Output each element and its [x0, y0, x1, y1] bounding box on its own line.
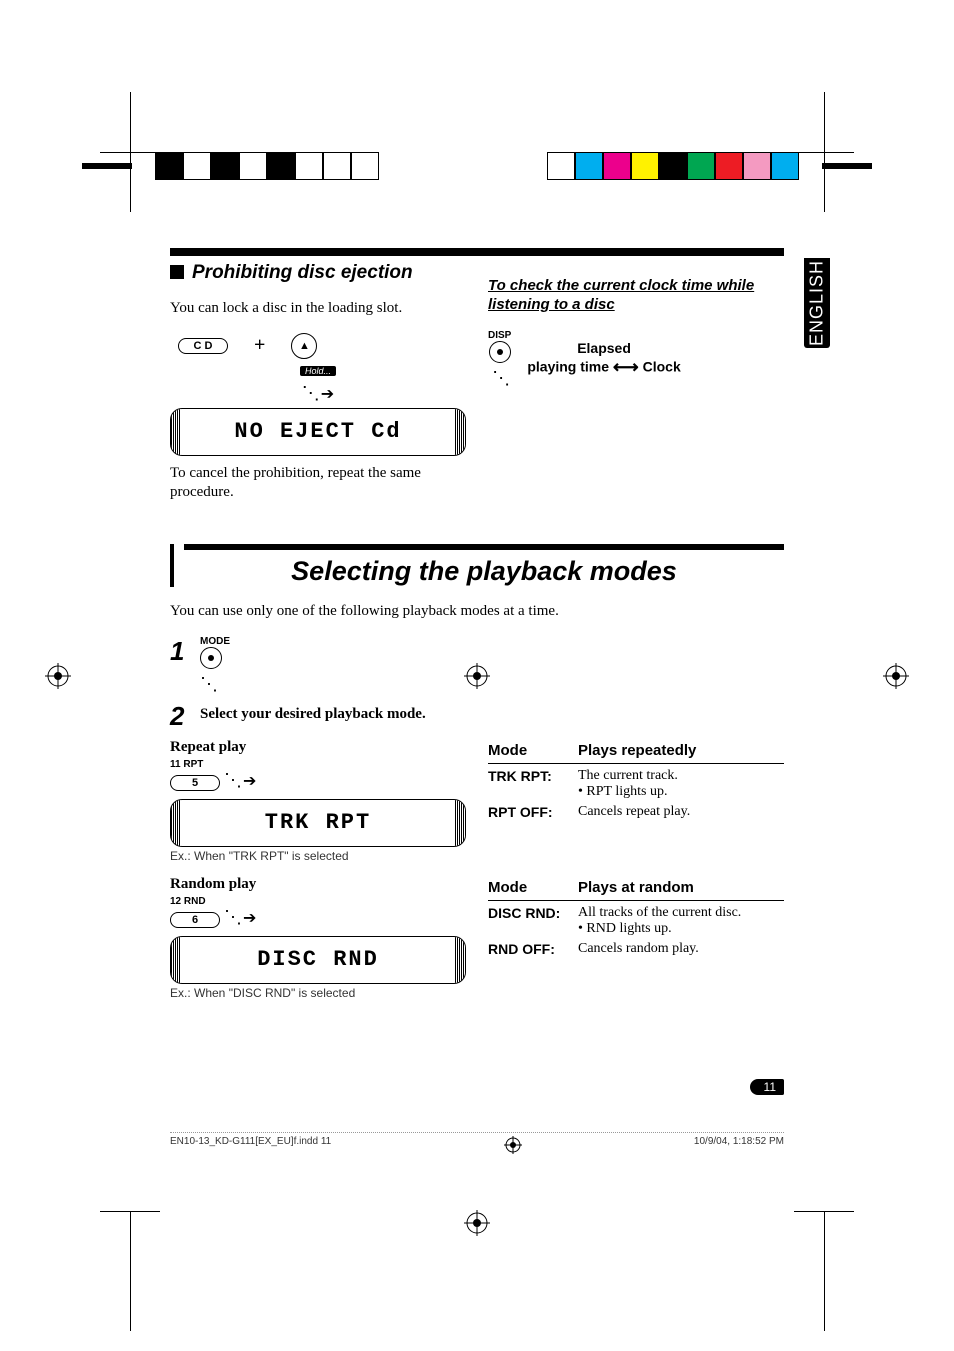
disp-button: [489, 341, 511, 363]
playback-modes-title: Selecting the playback modes: [184, 556, 784, 587]
press-indicator-icon: ⋱: [200, 674, 215, 694]
mode-label: MODE: [200, 636, 230, 647]
press-arrow-icon: ➔: [243, 773, 256, 790]
random-desc-off: Cancels random play.: [578, 941, 784, 957]
random-mode-off: RND OFF: [488, 941, 550, 957]
playback-modes-lead: You can use only one of the following pl…: [170, 602, 784, 621]
step-2: 2 Select your desired playback mode.: [170, 701, 784, 732]
language-tab: ENGLISH: [804, 258, 830, 348]
cd-button: C D: [178, 338, 228, 354]
print-bleed-bottom: [0, 1211, 954, 1271]
random-table: Mode Plays at random DISC RND: All track…: [488, 875, 784, 1000]
section-heading: Prohibiting disc ejection: [170, 262, 466, 284]
random-title: Random play: [170, 875, 466, 894]
color-blocks-left: [155, 152, 379, 180]
print-footer: EN10-13_KD-G111[EX_EU]f.indd 11 10/9/04,…: [170, 1132, 784, 1154]
lcd-display-no-eject: NO EJECT Cd: [170, 408, 466, 456]
repeat-bullet: • RPT lights up.: [578, 784, 667, 799]
check-clock-section: To check the current clock time while li…: [488, 262, 784, 516]
registration-mark-left: [45, 663, 71, 689]
registration-mark-right: [883, 663, 909, 689]
double-arrow-icon: ⟷: [613, 357, 639, 377]
repeat-mode-off: RPT OFF: [488, 804, 548, 820]
step-2-text: Select your desired playback mode.: [200, 705, 426, 724]
random-mode-discrnd: DISC RND: [488, 905, 556, 921]
random-desc-discrnd: All tracks of the current disc.: [578, 905, 741, 920]
step-number-2: 2: [170, 701, 192, 732]
press-arrow-icon: ➔: [243, 910, 256, 927]
registration-mark-footer: [504, 1136, 522, 1154]
rpt-chip-label: 11 RPT: [170, 759, 466, 770]
lock-disc-text: You can lock a disc in the loading slot.: [170, 299, 466, 318]
random-head-desc: Plays at random: [578, 879, 784, 896]
random-play-block: Random play 12 RND 6 ⋱ ➔ DISC RND Ex.: W…: [170, 875, 466, 1000]
repeat-head-desc: Plays repeatedly: [578, 742, 784, 759]
repeat-caption: Ex.: When "TRK RPT" is selected: [170, 849, 466, 863]
press-arrow-icon: ➔: [321, 386, 334, 403]
clock-toggle-text: Elapsed playing time ⟷ Clock: [527, 340, 680, 378]
repeat-desc-trkrpt: The current track.: [578, 768, 678, 783]
random-bullet: • RND lights up.: [578, 921, 672, 936]
step-number-1: 1: [170, 636, 192, 667]
lcd-display-disc-rnd: DISC RND: [170, 936, 466, 984]
mode-button: [200, 647, 222, 669]
repeat-desc-off: Cancels repeat play.: [578, 804, 784, 820]
print-bleed-top: [0, 152, 954, 180]
rpt-button-5: 5: [170, 775, 220, 791]
hold-chip: Hold...: [300, 366, 336, 376]
page-number: 11: [750, 1078, 784, 1096]
manual-page: Prohibiting disc ejection You can lock a…: [170, 248, 784, 1000]
plus-icon: +: [254, 334, 265, 357]
clock-heading: To check the current clock time while li…: [488, 277, 784, 315]
repeat-title: Repeat play: [170, 738, 466, 757]
random-caption: Ex.: When "DISC RND" is selected: [170, 986, 466, 1000]
repeat-play-block: Repeat play 11 RPT 5 ⋱ ➔ TRK RPT Ex.: Wh…: [170, 738, 466, 863]
step-1: 1 MODE ⋱: [170, 636, 784, 695]
eject-buttons-illustration: C D + ▲: [178, 333, 466, 359]
lcd-display-trk-rpt: TRK RPT: [170, 799, 466, 847]
disp-label: DISP: [488, 330, 511, 341]
repeat-table: Mode Plays repeatedly TRK RPT: The curre…: [488, 738, 784, 863]
color-blocks-right: [547, 152, 799, 180]
press-indicator-icon: ⋱: [492, 368, 507, 388]
footer-timestamp: 10/9/04, 1:18:52 PM: [694, 1136, 784, 1154]
rnd-chip-label: 12 RND: [170, 896, 466, 907]
cancel-prohibition-text: To cancel the prohibition, repeat the sa…: [170, 464, 466, 502]
repeat-mode-trkrpt: TRK RPT: [488, 768, 547, 784]
section-bullet-icon: [170, 265, 184, 279]
playback-modes-section: Selecting the playback modes You can use…: [170, 544, 784, 999]
disp-button-illustration: DISP ⋱: [488, 330, 511, 389]
rnd-button-6: 6: [170, 912, 220, 928]
press-indicator-icon: ⋱: [224, 907, 239, 927]
repeat-head-mode: Mode: [488, 742, 578, 759]
random-head-mode: Mode: [488, 879, 578, 896]
footer-filename: EN10-13_KD-G111[EX_EU]f.indd 11: [170, 1136, 331, 1154]
press-indicator-icon: ⋱: [302, 383, 317, 403]
eject-button: ▲: [291, 333, 317, 359]
press-indicator-icon: ⋱: [224, 770, 239, 790]
prohibiting-disc-ejection-section: Prohibiting disc ejection You can lock a…: [170, 262, 466, 516]
